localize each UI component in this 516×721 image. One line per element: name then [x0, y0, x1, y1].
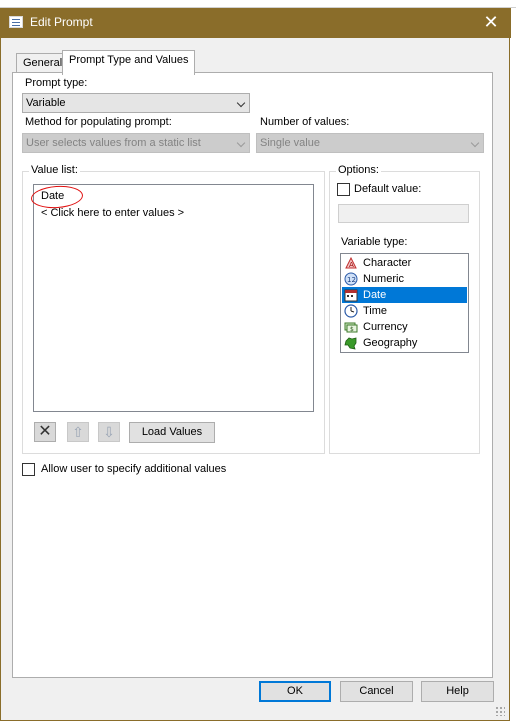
ok-button[interactable]: OK — [259, 681, 331, 702]
help-button[interactable]: Help — [421, 681, 494, 702]
variable-type-label-text: Character — [363, 257, 412, 269]
list-item[interactable]: < Click here to enter values > — [41, 207, 184, 219]
background-strip — [0, 0, 516, 8]
variable-type-label-text: Currency — [363, 321, 408, 333]
variable-type-label-text: Numeric — [363, 273, 404, 285]
value-list-box[interactable]: Date < Click here to enter values > — [33, 184, 314, 412]
method-value: User selects values from a static list — [26, 137, 201, 149]
variable-type-label-text: Time — [363, 305, 388, 317]
number-of-values-label: Number of values: — [260, 116, 350, 128]
cancel-button[interactable]: Cancel — [340, 681, 413, 702]
prompt-type-select[interactable]: Variable — [22, 93, 250, 113]
variable-type-date[interactable]: Date — [342, 287, 467, 303]
currency-icon: $ — [344, 322, 358, 333]
variable-type-numeric[interactable]: 12 Numeric — [342, 271, 467, 287]
variable-type-currency[interactable]: $ Currency — [342, 319, 467, 335]
time-icon — [344, 304, 358, 318]
variable-type-label-text: Geography — [363, 337, 418, 349]
variable-type-list[interactable]: A Character 12 Numeric Date Time $ Curre… — [340, 253, 469, 353]
prompt-type-value: Variable — [26, 97, 66, 109]
dialog-title: Edit Prompt — [30, 15, 93, 29]
variable-type-geography[interactable]: Geography — [342, 335, 467, 351]
tab-prompt-type-and-values[interactable]: Prompt Type and Values — [62, 50, 196, 75]
date-icon — [344, 289, 358, 302]
method-label: Method for populating prompt: — [25, 116, 172, 128]
geography-icon — [344, 337, 357, 350]
default-value-field[interactable] — [338, 204, 469, 223]
default-value-label: Default value: — [354, 183, 422, 195]
chevron-down-icon — [236, 138, 246, 148]
svg-text:A: A — [349, 261, 354, 269]
method-select[interactable]: User selects values from a static list — [22, 133, 250, 153]
number-of-values-select[interactable]: Single value — [256, 133, 484, 153]
prompt-type-label: Prompt type: — [25, 77, 88, 89]
variable-type-label: Variable type: — [341, 236, 408, 248]
load-values-button[interactable]: Load Values — [129, 422, 215, 443]
variable-type-time[interactable]: Time — [342, 303, 467, 319]
allow-additional-label: Allow user to specify additional values — [41, 463, 227, 475]
resize-grip-icon[interactable] — [495, 706, 505, 716]
move-up-icon[interactable]: ⇧ — [67, 422, 89, 442]
title-bar[interactable]: Edit Prompt ✕ — [1, 8, 511, 38]
value-list-label: Value list: — [29, 164, 80, 176]
dialog-app-icon — [9, 16, 23, 28]
edit-prompt-dialog: Edit Prompt ✕ General Prompt Type and Va… — [0, 8, 511, 721]
move-down-icon[interactable]: ⇩ — [98, 422, 120, 442]
close-icon[interactable]: ✕ — [471, 8, 511, 38]
character-icon: A — [345, 256, 357, 269]
chevron-down-icon — [236, 98, 246, 108]
numeric-icon: 12 — [344, 272, 358, 286]
svg-text:12: 12 — [347, 276, 356, 284]
default-value-checkbox[interactable] — [337, 183, 350, 196]
options-label: Options: — [336, 164, 381, 176]
delete-icon[interactable]: ✕ — [34, 422, 56, 442]
svg-text:$: $ — [350, 326, 354, 333]
allow-additional-checkbox[interactable] — [22, 463, 35, 476]
chevron-down-icon — [470, 138, 480, 148]
number-of-values-value: Single value — [260, 137, 320, 149]
variable-type-label-text: Date — [363, 289, 387, 301]
variable-type-character[interactable]: A Character — [342, 255, 467, 271]
